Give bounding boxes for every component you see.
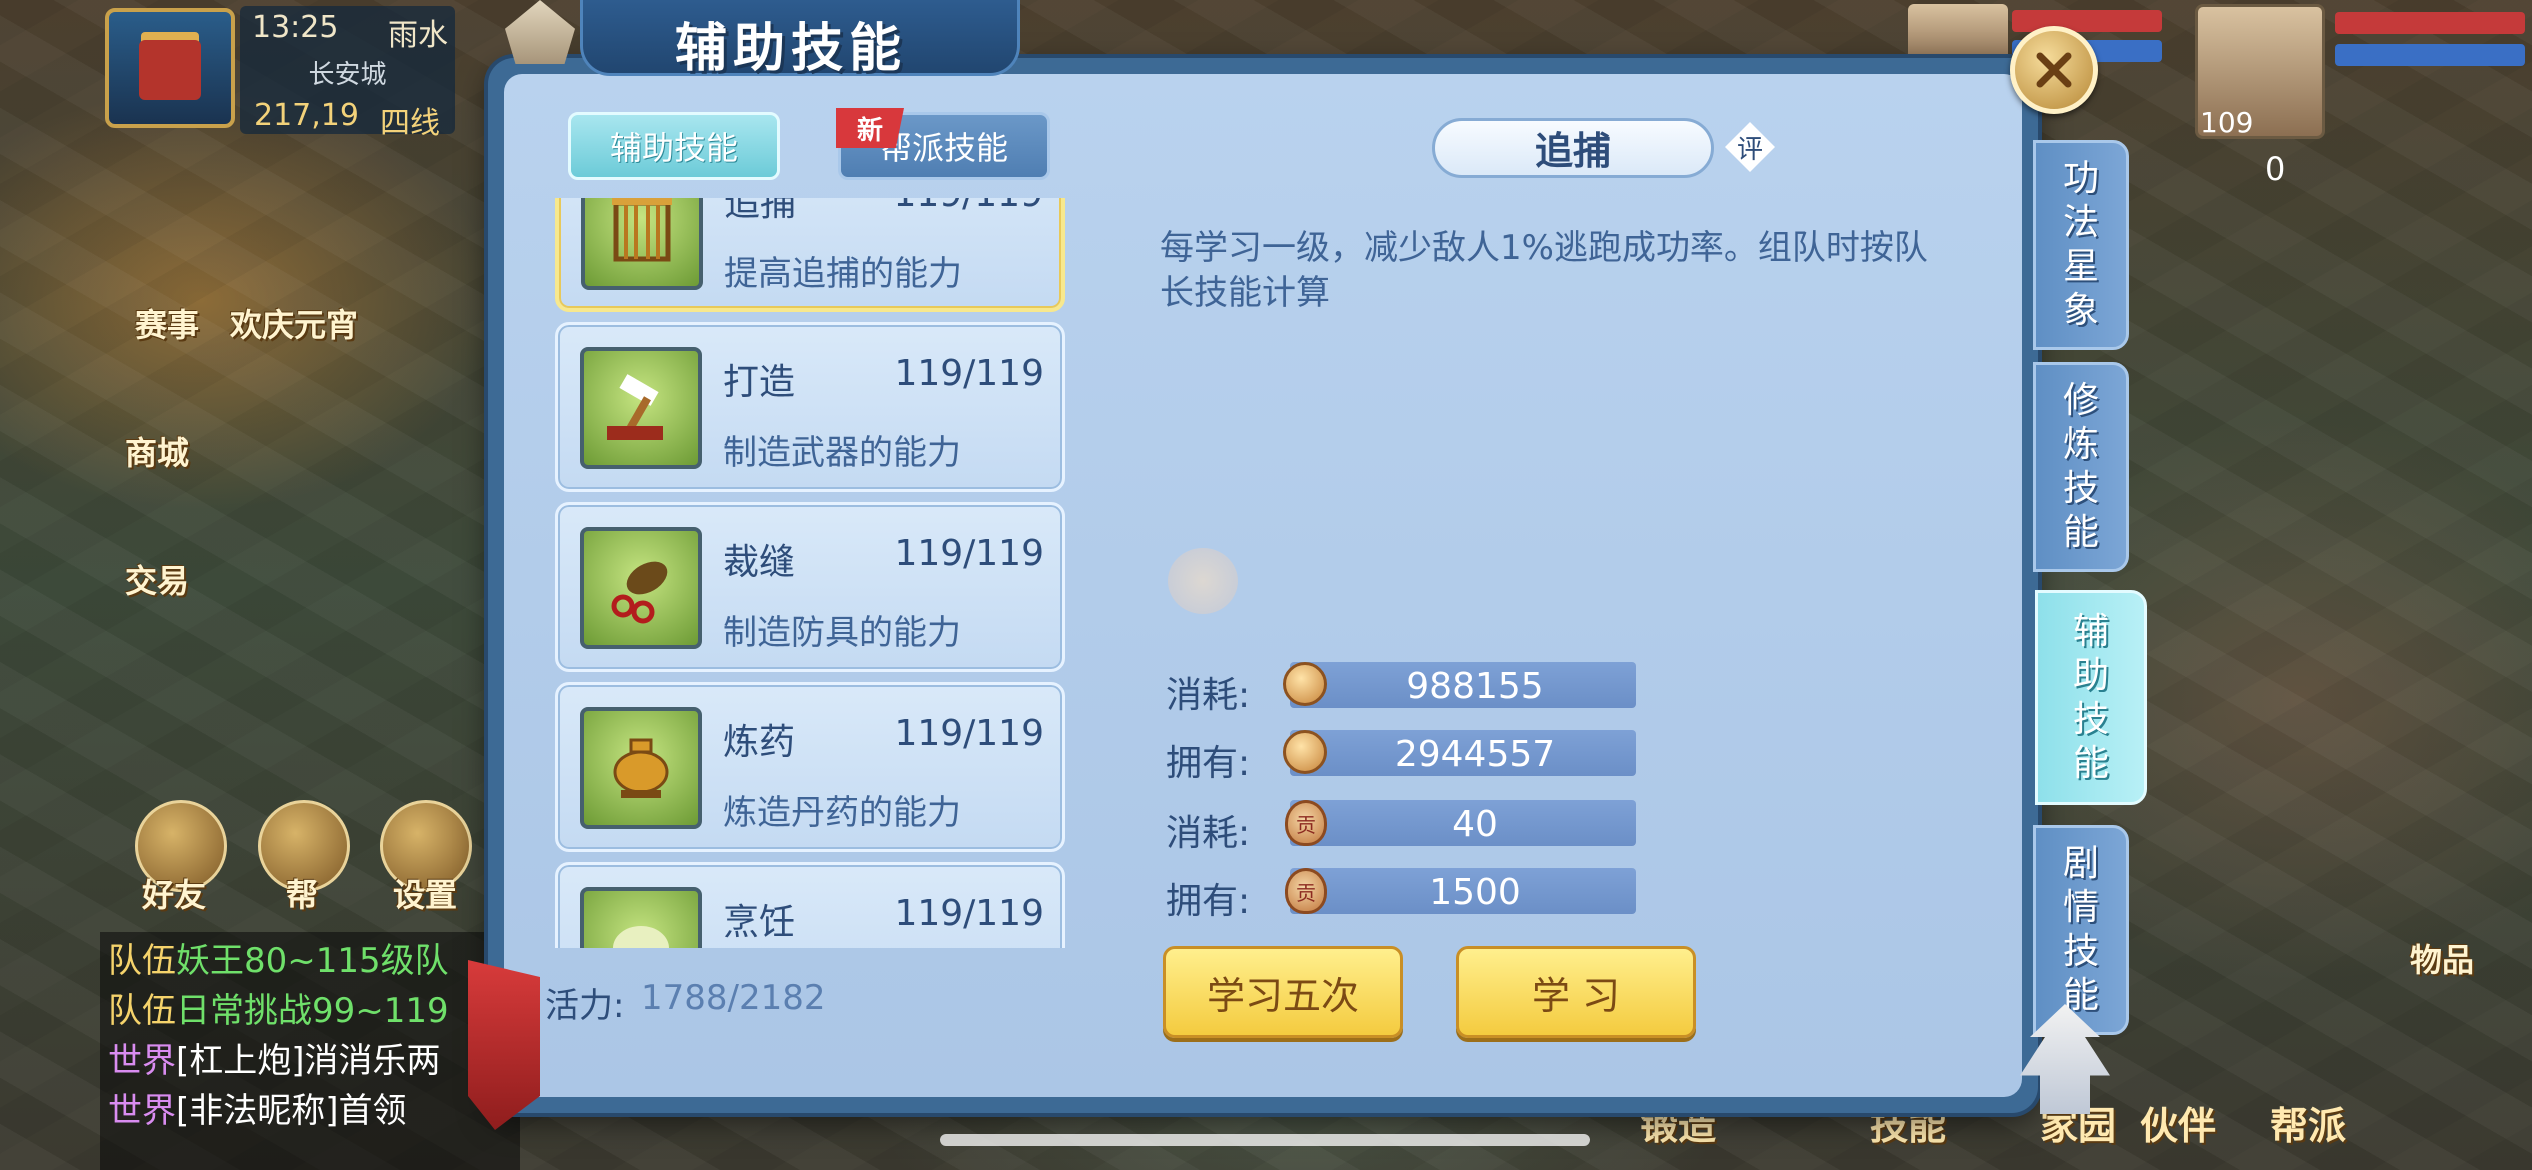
scissors-icon bbox=[580, 527, 702, 649]
trade-label[interactable]: 交易 bbox=[125, 556, 189, 602]
vitality-value: 1788/2182 bbox=[641, 978, 826, 1018]
cost-value: 40 bbox=[1452, 804, 1498, 845]
friends-label[interactable]: 好友 bbox=[142, 870, 206, 916]
skill-level: 119/119 bbox=[893, 198, 1043, 215]
server-line[interactable]: 四线 bbox=[380, 98, 440, 142]
cage-icon bbox=[581, 198, 703, 290]
skill-description: 制造武器的能力 bbox=[723, 433, 961, 473]
skill-name: 追捕 bbox=[724, 198, 797, 224]
learn-button[interactable]: 学 习 bbox=[1456, 946, 1696, 1038]
detail-skill-title: 追捕 bbox=[1534, 129, 1611, 173]
buff-count: 0 bbox=[2265, 150, 2286, 188]
minimap[interactable] bbox=[105, 8, 235, 128]
partner-label[interactable]: 伙伴 bbox=[2140, 1095, 2216, 1150]
settings-label[interactable]: 设置 bbox=[393, 870, 457, 916]
player-hp-bar bbox=[2335, 12, 2525, 34]
skill-name: 打造 bbox=[723, 362, 796, 403]
skill-level: 119/119 bbox=[894, 533, 1044, 574]
chat-line: 队伍妖王80~115级队 bbox=[108, 941, 449, 981]
vitality-label: 活力: bbox=[545, 986, 625, 1026]
skill-item-cooking[interactable]: 烹饪 119/119 bbox=[555, 862, 1065, 948]
tab-cultivation-skills[interactable]: 修炼技能 bbox=[2033, 362, 2129, 572]
new-badge: 新 bbox=[836, 108, 904, 148]
home-indicator[interactable] bbox=[940, 1134, 1590, 1146]
owned-label: 拥有: bbox=[1166, 881, 1251, 922]
tab-technique-stars[interactable]: 功法星象 bbox=[2033, 140, 2129, 350]
skill-level: 119/119 bbox=[894, 353, 1044, 394]
items-label[interactable]: 物品 bbox=[2410, 935, 2474, 981]
weather-label: 雨水 bbox=[388, 18, 448, 53]
lantern-festival-label[interactable]: 欢庆元宵 bbox=[230, 300, 358, 346]
status-panel: 13:25 雨水 长安城 217,19 四线 bbox=[240, 6, 455, 141]
learn-five-times-button[interactable]: 学习五次 bbox=[1163, 946, 1403, 1038]
skill-description: 提高追捕的能力 bbox=[724, 254, 962, 294]
player-mp-bar bbox=[2335, 44, 2525, 66]
chat-line: 世界[非法昵称]首领 bbox=[108, 1091, 407, 1131]
bowl-icon bbox=[580, 887, 702, 948]
cost-label: 消耗: bbox=[1166, 675, 1251, 716]
cauldron-icon bbox=[580, 707, 702, 829]
skill-description: 制造防具的能力 bbox=[723, 613, 961, 653]
skill-item-alchemy[interactable]: 炼药 119/119 炼造丹药的能力 bbox=[555, 682, 1065, 852]
tab-auxiliary-skills-side[interactable]: 辅助技能 bbox=[2035, 590, 2147, 805]
dialog-title: 辅助技能 bbox=[675, 18, 908, 79]
skill-description: 炼造丹药的能力 bbox=[723, 793, 961, 833]
skill-list[interactable]: 追捕 119/119 提高追捕的能力 打造 119/119 制造武器的能力 裁缝… bbox=[555, 198, 1065, 948]
close-icon bbox=[2036, 52, 2072, 88]
skill-item-tailoring[interactable]: 裁缝 119/119 制造防具的能力 bbox=[555, 502, 1065, 672]
chat-panel[interactable]: 队伍妖王80~115级队 队伍日常挑战99~119 世界[杠上炮]消消乐两 世界… bbox=[100, 932, 520, 1170]
chat-line: 队伍日常挑战99~119 bbox=[108, 991, 449, 1031]
city-name: 长安城 bbox=[308, 60, 387, 90]
skill-detail-description: 每学习一级，减少敌人1%逃跑成功率。组队时按队长技能计算 bbox=[1160, 228, 1928, 313]
skill-item-forging[interactable]: 打造 119/119 制造武器的能力 bbox=[555, 322, 1065, 492]
owned-label: 拥有: bbox=[1166, 743, 1251, 784]
skill-name: 裁缝 bbox=[723, 542, 796, 583]
owned-value: 1500 bbox=[1429, 872, 1521, 913]
chat-line: 世界[杠上炮]消消乐两 bbox=[108, 1041, 441, 1081]
coordinates: 217,19 bbox=[254, 98, 359, 133]
shop-label[interactable]: 商城 bbox=[125, 428, 189, 474]
player-level: 109 bbox=[2200, 106, 2254, 139]
tab-auxiliary-skills[interactable]: 辅助技能 bbox=[568, 112, 780, 180]
owned-value: 2944557 bbox=[1394, 734, 1556, 775]
skill-name: 炼药 bbox=[723, 722, 796, 763]
guild-voice-label[interactable]: 帮 bbox=[286, 870, 318, 916]
skill-level: 119/119 bbox=[894, 713, 1044, 754]
close-button[interactable] bbox=[2010, 26, 2098, 114]
clock: 13:25 bbox=[252, 10, 339, 45]
skill-item-pursuit[interactable]: 追捕 119/119 提高追捕的能力 bbox=[555, 198, 1065, 312]
skill-name: 烹饪 bbox=[723, 902, 796, 943]
cost-label: 消耗: bbox=[1166, 813, 1251, 854]
event-label[interactable]: 赛事 bbox=[135, 300, 199, 346]
hammer-icon bbox=[580, 347, 702, 469]
pet-portrait[interactable] bbox=[1908, 4, 2008, 64]
pet-hp-bar bbox=[2012, 10, 2162, 32]
tab-story-skills[interactable]: 剧情技能 bbox=[2033, 825, 2129, 1035]
watermark-logo bbox=[1168, 548, 1238, 614]
skill-level: 119/119 bbox=[894, 893, 1044, 934]
guild-label[interactable]: 帮派 bbox=[2270, 1095, 2346, 1150]
cost-value: 988155 bbox=[1406, 666, 1544, 707]
